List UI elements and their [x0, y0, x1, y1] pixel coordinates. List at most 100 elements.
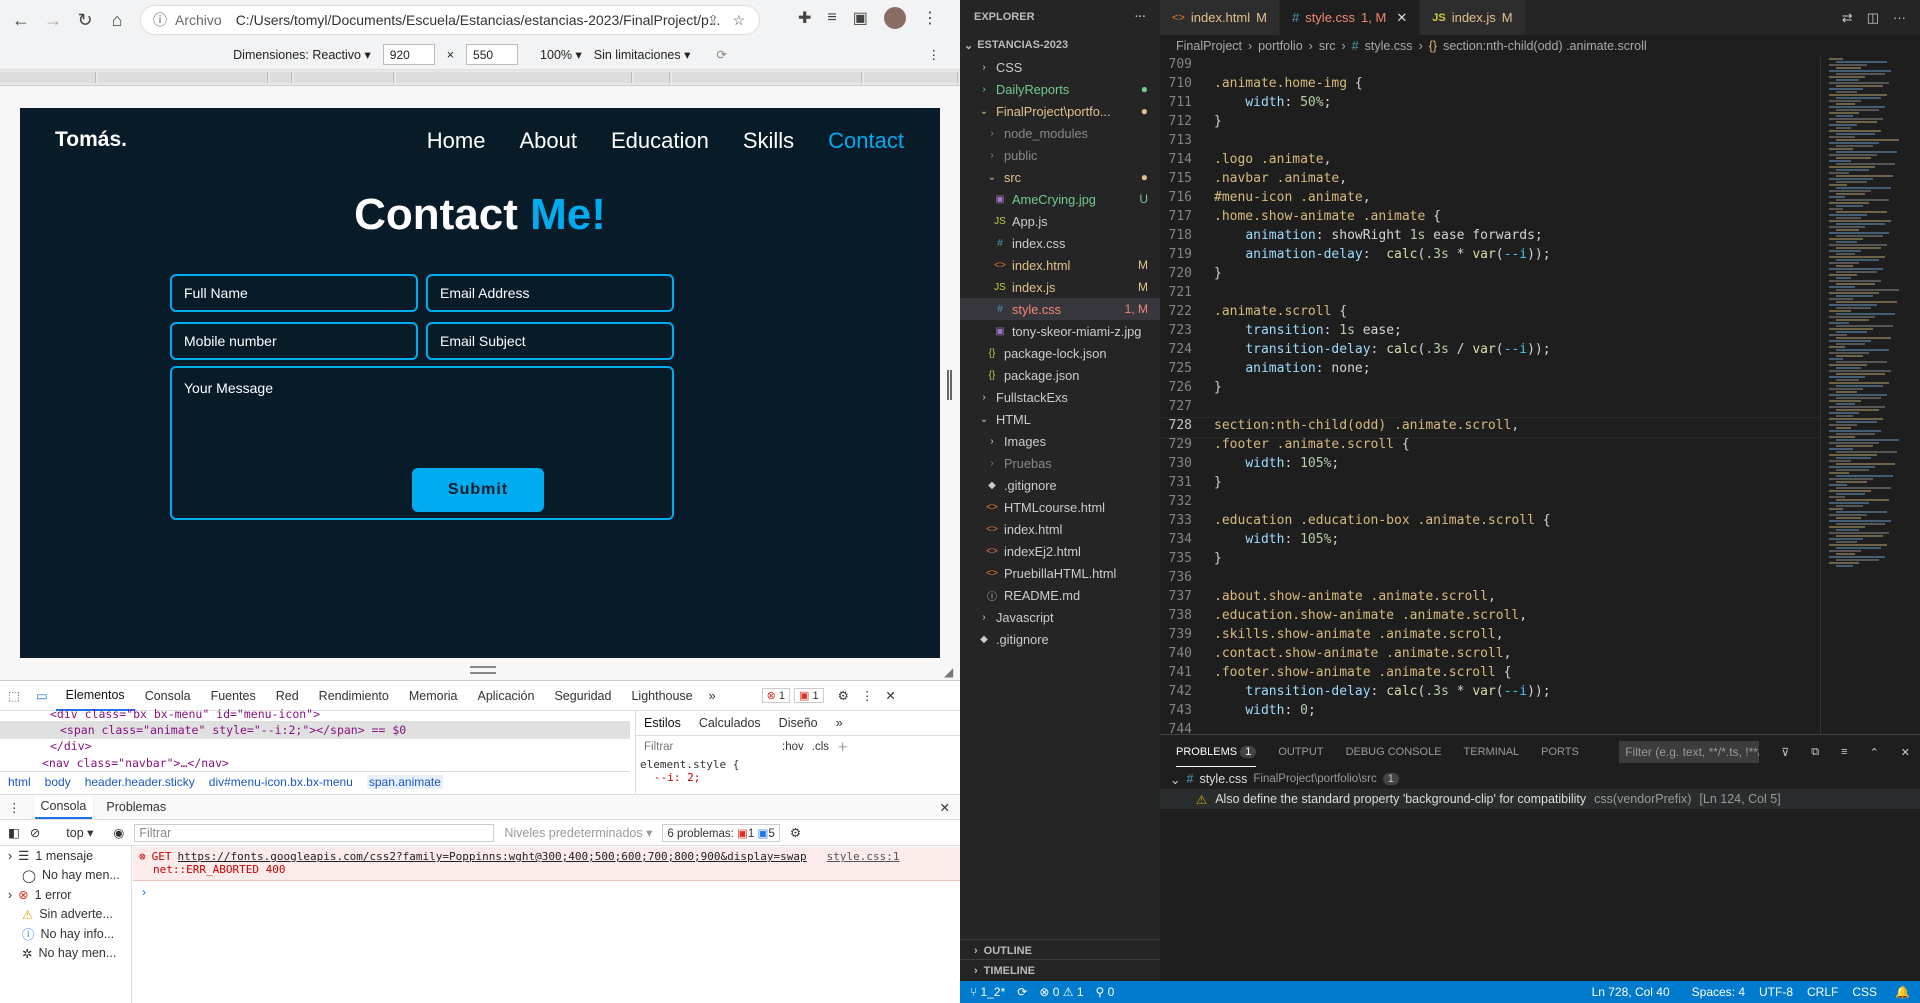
- error-badge[interactable]: ⊗ 1: [761, 688, 790, 703]
- resize-handle-right[interactable]: [947, 370, 952, 400]
- rotate-icon[interactable]: ⟳: [716, 47, 726, 62]
- site-logo[interactable]: Tomás.: [55, 128, 127, 152]
- sidebar-errors[interactable]: › ⊗ 1 error: [0, 885, 131, 905]
- close-panel-icon[interactable]: ✕: [1901, 746, 1920, 759]
- media-icon[interactable]: ≡: [827, 9, 836, 27]
- full-name-field[interactable]: Full Name: [170, 274, 418, 312]
- panel-tab-output[interactable]: OUTPUT: [1278, 746, 1323, 758]
- tree-item[interactable]: <> index.html M: [960, 254, 1160, 276]
- tree-item[interactable]: ⌄ FinalProject\portfo... ●: [960, 100, 1160, 122]
- subject-field[interactable]: Email Subject: [426, 322, 674, 360]
- code-line[interactable]: 726}: [1160, 380, 1820, 399]
- panel-tab-problems[interactable]: PROBLEMS 1: [1176, 738, 1257, 767]
- tab-diseno[interactable]: Diseño: [779, 716, 818, 730]
- crumb-selector[interactable]: section:nth-child(odd) .animate.scroll: [1443, 39, 1647, 53]
- code-line[interactable]: 727: [1160, 399, 1820, 418]
- levels-dropdown[interactable]: Niveles predeterminados ▾: [504, 825, 652, 840]
- split-editor-icon[interactable]: ◫: [1867, 10, 1879, 26]
- height-input[interactable]: 550: [466, 44, 519, 65]
- panel-tab-terminal[interactable]: TERMINAL: [1464, 746, 1520, 758]
- device-mode-icon[interactable]: ▭: [28, 688, 56, 703]
- crumb-body[interactable]: body: [45, 775, 71, 789]
- status-problems[interactable]: ⊗ 0 ⚠ 1: [1033, 985, 1089, 999]
- tree-item[interactable]: # index.css: [960, 232, 1160, 254]
- email-field[interactable]: Email Address: [426, 274, 674, 312]
- tree-item[interactable]: <> PruebillaHTML.html: [960, 562, 1160, 584]
- eye-icon[interactable]: ◉: [113, 825, 124, 840]
- minimap[interactable]: [1820, 57, 1920, 734]
- nav-contact[interactable]: Contact: [828, 128, 904, 154]
- issues-badge[interactable]: ▣ 1: [794, 688, 824, 703]
- problem-item[interactable]: ⚠ Also define the standard property 'bac…: [1160, 789, 1920, 809]
- tree-item[interactable]: ▣ tony-skeor-miami-z.jpg: [960, 320, 1160, 342]
- code-line[interactable]: 740 .contact.show-animate .animate.scroll…: [1160, 646, 1820, 665]
- crumb-portfolio[interactable]: portfolio: [1258, 39, 1302, 53]
- timeline-section[interactable]: › TIMELINE: [960, 959, 1160, 981]
- drawer-tab-consola[interactable]: Consola: [34, 795, 93, 819]
- panel-menu-icon[interactable]: ≡: [1841, 746, 1847, 758]
- submit-button[interactable]: Submit: [412, 468, 544, 512]
- zoom-dropdown[interactable]: 100% ▾: [540, 47, 582, 62]
- nav-skills[interactable]: Skills: [743, 128, 794, 154]
- new-rule-icon[interactable]: ＋: [837, 739, 849, 755]
- tab-calculados[interactable]: Calculados: [699, 716, 761, 730]
- tab-style-css[interactable]: # style.css 1, M ✕: [1279, 0, 1421, 35]
- problems-filter-input[interactable]: Filter (e.g. text, **/*.ts, !**/...: [1619, 741, 1760, 763]
- error-url-link[interactable]: https://fonts.googleapis.com/css2?family…: [178, 850, 807, 863]
- tab-consola[interactable]: Consola: [135, 681, 201, 711]
- tab-fuentes[interactable]: Fuentes: [201, 681, 266, 711]
- avatar[interactable]: [883, 7, 906, 29]
- tree-item[interactable]: › FullstackExs: [960, 386, 1160, 408]
- tree-item[interactable]: JS index.js M: [960, 276, 1160, 298]
- tree-item[interactable]: › public: [960, 144, 1160, 166]
- code-line[interactable]: 737 .about.show-animate .animate.scroll,: [1160, 589, 1820, 608]
- resize-handle-bottom[interactable]: [470, 666, 496, 674]
- width-input[interactable]: 920: [382, 44, 435, 65]
- code-line[interactable]: 731}: [1160, 475, 1820, 494]
- code-line[interactable]: 710 .animate.home-img {: [1160, 76, 1820, 95]
- devtools-menu-icon[interactable]: ⋮: [861, 688, 874, 703]
- problem-file-group[interactable]: ⌄ # style.css FinalProject\portfolio\src …: [1160, 769, 1920, 789]
- code-line[interactable]: 744: [1160, 722, 1820, 734]
- code-line[interactable]: 715 .navbar .animate,: [1160, 171, 1820, 190]
- explorer-more-icon[interactable]: ···: [1135, 11, 1146, 23]
- drawer-tab-problemas[interactable]: Problemas: [106, 800, 166, 814]
- clear-console-icon[interactable]: ⊘: [30, 825, 40, 840]
- tree-item[interactable]: JS App.js: [960, 210, 1160, 232]
- more-tabs-icon[interactable]: »: [703, 689, 722, 703]
- tab-red[interactable]: Red: [266, 681, 309, 711]
- bookmark-star-icon[interactable]: ☆: [732, 12, 745, 29]
- more-icon[interactable]: »: [836, 716, 843, 730]
- status-language[interactable]: CSS: [1852, 985, 1877, 999]
- tree-item[interactable]: {} package-lock.json: [960, 342, 1160, 364]
- tab-rendimiento[interactable]: Rendimiento: [309, 681, 399, 711]
- code-line[interactable]: 741 .footer.show-animate .animate.scroll …: [1160, 665, 1820, 684]
- code-line[interactable]: 724 transition-delay: calc(.3s / var(--i…: [1160, 342, 1820, 361]
- status-eol[interactable]: CRLF: [1807, 985, 1838, 999]
- code-line[interactable]: 742 transition-delay: calc(.3s * var(--i…: [1160, 684, 1820, 703]
- code-line[interactable]: 716 #menu-icon .animate,: [1160, 190, 1820, 209]
- code-line[interactable]: 722 .animate.scroll {: [1160, 304, 1820, 323]
- element-style-prop[interactable]: --i: 2;: [636, 771, 960, 784]
- code-line[interactable]: 743 width: 0;: [1160, 703, 1820, 722]
- code-line[interactable]: 721: [1160, 285, 1820, 304]
- close-devtools-icon[interactable]: ✕: [885, 688, 895, 703]
- crumb-src[interactable]: src: [1319, 39, 1336, 53]
- share-icon[interactable]: ⇪: [707, 12, 719, 29]
- sidebar-verbose[interactable]: ✲ No hay men...: [0, 944, 131, 964]
- code-line[interactable]: 718 animation: showRight 1s ease forward…: [1160, 228, 1820, 247]
- code-editor[interactable]: 709 710 .animate.home-img {711 width: 50%;…: [1160, 57, 1820, 734]
- tab-estilos[interactable]: Estilos: [644, 716, 681, 730]
- tree-item[interactable]: <> index.html: [960, 518, 1160, 540]
- tab-elementos[interactable]: Elementos: [55, 680, 135, 711]
- code-line[interactable]: 736: [1160, 570, 1820, 589]
- code-line[interactable]: 720}: [1160, 266, 1820, 285]
- code-line[interactable]: 717 .home.show-animate .animate {: [1160, 209, 1820, 228]
- settings-gear-icon[interactable]: ⚙: [838, 688, 849, 703]
- workspace-root[interactable]: ⌄ ESTANCIAS-2023: [960, 34, 1160, 56]
- code-line[interactable]: 719 animation-delay: calc(.3s * var(--i)…: [1160, 247, 1820, 266]
- inspect-icon[interactable]: ⬚: [0, 688, 28, 703]
- status-indent[interactable]: Spaces: 4: [1692, 985, 1745, 999]
- forward-icon[interactable]: →: [40, 7, 66, 33]
- notifications-bell-icon[interactable]: 🔔: [1895, 985, 1920, 999]
